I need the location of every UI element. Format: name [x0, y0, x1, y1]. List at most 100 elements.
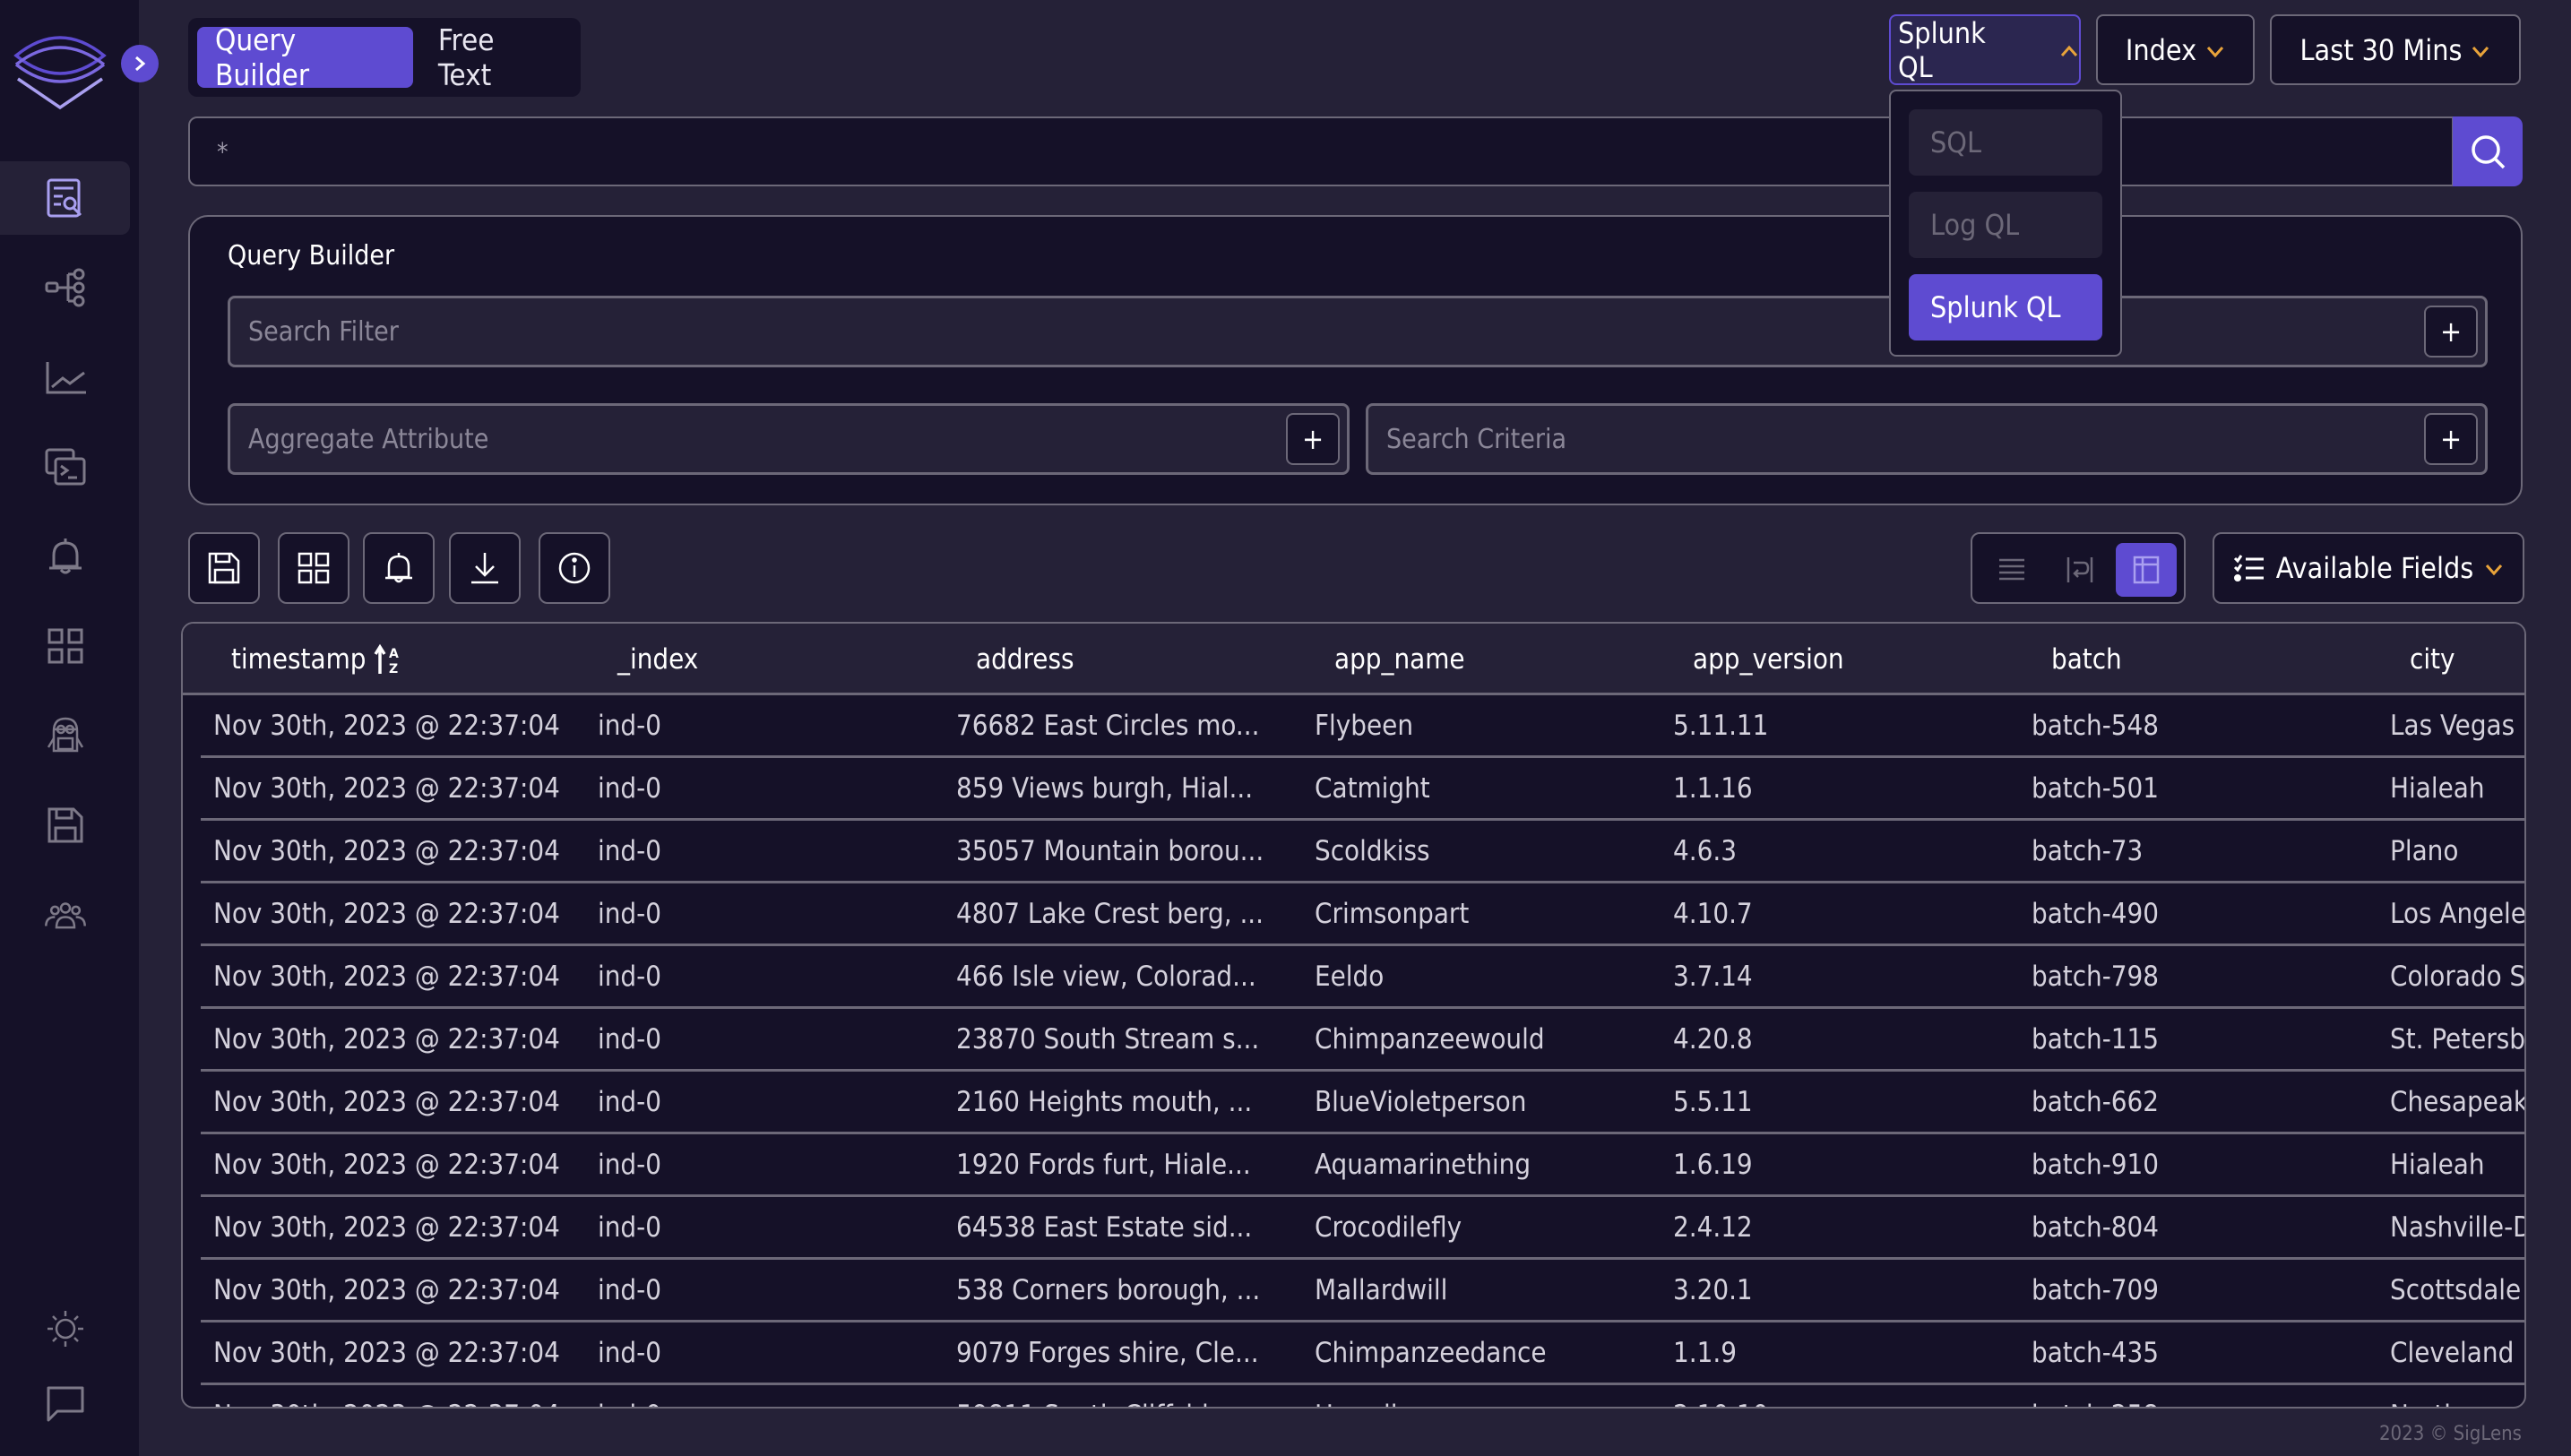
- cell-app-name: BlueVioletperson: [1315, 1085, 1527, 1118]
- create-alert-button[interactable]: [363, 532, 435, 604]
- available-fields-dropdown[interactable]: Available Fields: [2213, 532, 2524, 604]
- siglens-logo[interactable]: [11, 27, 109, 112]
- sidebar-item-minion-searches[interactable]: [0, 699, 130, 772]
- add-search-criteria-button[interactable]: +: [2424, 413, 2478, 465]
- sidebar-item-my-org[interactable]: [0, 878, 130, 952]
- info-button[interactable]: [539, 532, 610, 604]
- sidebar-item-logs-search[interactable]: [0, 161, 130, 235]
- table-row[interactable]: Nov 30th, 2023 @ 22:37:04 ind-0 2160 Heigh…: [201, 1072, 2524, 1134]
- sidebar-item-saved-queries[interactable]: [0, 788, 130, 862]
- table-row[interactable]: Nov 30th, 2023 @ 22:37:04 ind-0 35057 Moun…: [201, 821, 2524, 883]
- sort-az-icon: AZ: [374, 643, 399, 676]
- column-header-app-version[interactable]: app_version: [1693, 624, 1844, 695]
- column-header-index[interactable]: _index: [617, 624, 698, 695]
- chevron-right-icon: [135, 56, 146, 72]
- tab-free-text[interactable]: Free Text: [420, 22, 572, 92]
- query-builder-panel: Query Builder Search Filter + Aggregate …: [188, 215, 2523, 505]
- sidebar: [0, 0, 159, 1456]
- download-button[interactable]: [449, 532, 521, 604]
- cell-timestamp: Nov 30th, 2023 @ 22:37:04: [213, 1148, 560, 1181]
- search-filter-input[interactable]: Search Filter +: [228, 296, 2488, 367]
- cell-address: 76682 East Circles mo...: [956, 709, 1260, 742]
- add-aggregate-button[interactable]: +: [1286, 413, 1340, 465]
- column-header-city[interactable]: city: [2410, 624, 2455, 695]
- cell-index: ind-0: [598, 1385, 938, 1408]
- bell-icon: [48, 538, 82, 574]
- cell-batch: batch-804: [2032, 1210, 2160, 1244]
- add-to-dashboard-button[interactable]: [278, 532, 349, 604]
- index-dropdown[interactable]: Index: [2096, 14, 2255, 85]
- cell-city: North ...: [2390, 1385, 2524, 1408]
- cell-timestamp: Nov 30th, 2023 @ 22:37:04: [213, 1210, 560, 1244]
- column-header-app-name[interactable]: app_name: [1334, 624, 1465, 695]
- line-chart-icon: [46, 362, 86, 394]
- cell-city: Colorado Springs: [2390, 960, 2526, 993]
- table-row[interactable]: Nov 30th, 2023 @ 22:37:04 ind-0 4807 Lake …: [201, 883, 2524, 946]
- bell-icon: [385, 553, 412, 583]
- query-language-dropdown[interactable]: Splunk QL: [1889, 14, 2081, 85]
- chevron-down-icon: [2205, 38, 2225, 63]
- view-table-button[interactable]: [2116, 543, 2177, 597]
- cell-index: ind-0: [598, 1336, 661, 1369]
- cell-app-version: 4.20.8: [1673, 1022, 1753, 1055]
- cell-index: ind-0: [598, 1210, 661, 1244]
- cell-address: 23870 South Stream s...: [956, 1022, 1260, 1055]
- sidebar-item-metrics[interactable]: [0, 340, 130, 414]
- cell-index: ind-0: [598, 834, 661, 867]
- search-button[interactable]: [2453, 116, 2523, 186]
- logs-table: timestamp AZ _index address app_name app…: [181, 622, 2526, 1409]
- cell-batch: batch-662: [2032, 1085, 2160, 1118]
- cell-timestamp: Nov 30th, 2023 @ 22:37:04: [213, 1085, 560, 1118]
- cell-app-version: 1.6.19: [1673, 1148, 1753, 1181]
- info-icon: [558, 552, 591, 584]
- language-option-log-ql[interactable]: Log QL: [1909, 192, 2102, 258]
- time-range-dropdown[interactable]: Last 30 Mins: [2270, 14, 2521, 85]
- feedback-button[interactable]: [0, 1366, 130, 1440]
- expand-sidebar-button[interactable]: [121, 45, 159, 82]
- language-option-sql[interactable]: SQL: [1909, 109, 2102, 176]
- cell-app-version: 4.10.7: [1673, 897, 1753, 930]
- column-header-timestamp[interactable]: timestamp AZ: [231, 624, 405, 695]
- cell-city: Nashville-Davidson: [2390, 1210, 2524, 1244]
- cell-batch: batch-548: [2032, 709, 2160, 742]
- cell-index: ind-0: [598, 1085, 661, 1118]
- view-wrap-button[interactable]: [2049, 543, 2110, 597]
- add-search-filter-button[interactable]: +: [2424, 306, 2478, 358]
- cell-city: Las Vegas: [2390, 709, 2515, 742]
- column-header-batch[interactable]: batch: [2051, 624, 2122, 695]
- table-row[interactable]: Nov 30th, 2023 @ 22:37:04 ind-0 76682 East…: [201, 695, 2524, 758]
- table-row[interactable]: Nov 30th, 2023 @ 22:37:04 ind-0 9079 Forge…: [201, 1322, 2524, 1385]
- sidebar-item-alerts[interactable]: [0, 520, 130, 593]
- sidebar-item-dashboards[interactable]: [0, 609, 130, 683]
- table-row[interactable]: Nov 30th, 2023 @ 22:37:04 ind-0 1920 Fords…: [201, 1134, 2524, 1197]
- svg-text:Z: Z: [389, 662, 398, 676]
- aggregate-attribute-input[interactable]: Aggregate Attribute +: [228, 403, 1350, 475]
- cell-batch: batch-73: [2032, 834, 2144, 867]
- available-fields-label: Available Fields: [2275, 551, 2474, 585]
- table-row[interactable]: Nov 30th, 2023 @ 22:37:04 ind-0 59811 Sout…: [201, 1385, 2524, 1408]
- query-language-menu: SQL Log QL Splunk QL: [1889, 90, 2122, 357]
- column-header-address[interactable]: address: [976, 624, 1074, 695]
- view-single-line-button[interactable]: [1981, 543, 2042, 597]
- search-criteria-input[interactable]: Search Criteria +: [1366, 403, 2488, 475]
- save-query-button[interactable]: [188, 532, 260, 604]
- tab-query-builder[interactable]: Query Builder: [197, 22, 413, 92]
- table-row[interactable]: Nov 30th, 2023 @ 22:37:04 ind-0 538 Corner…: [201, 1260, 2524, 1322]
- cell-app-name: Scoldkiss: [1315, 834, 1430, 867]
- language-option-splunk-ql[interactable]: Splunk QL: [1909, 274, 2102, 340]
- chat-bubble-icon: [47, 1386, 83, 1422]
- cell-timestamp: Nov 30th, 2023 @ 22:37:04: [213, 709, 560, 742]
- cell-app-name: Chimpanzeedance: [1315, 1336, 1547, 1369]
- table-row[interactable]: Nov 30th, 2023 @ 22:37:04 ind-0 64538 East…: [201, 1197, 2524, 1260]
- theme-toggle[interactable]: [0, 1292, 130, 1366]
- table-row[interactable]: Nov 30th, 2023 @ 22:37:04 ind-0 23870 Sout…: [201, 1009, 2524, 1072]
- cell-city: Cleveland: [2390, 1336, 2515, 1369]
- cell-address: 4807 Lake Crest berg, ...: [956, 897, 1264, 930]
- table-row[interactable]: Nov 30th, 2023 @ 22:37:04 ind-0 466 Isle v…: [201, 946, 2526, 1009]
- cell-address: 859 Views burgh, Hial...: [956, 771, 1254, 805]
- sidebar-item-tracing[interactable]: [0, 251, 130, 324]
- grid-icon: [47, 628, 82, 664]
- table-row[interactable]: Nov 30th, 2023 @ 22:37:04 ind-0 859 Views …: [201, 758, 2524, 821]
- cell-address: 64538 East Estate sid...: [956, 1210, 1253, 1244]
- sidebar-item-live-tail[interactable]: [0, 430, 130, 504]
